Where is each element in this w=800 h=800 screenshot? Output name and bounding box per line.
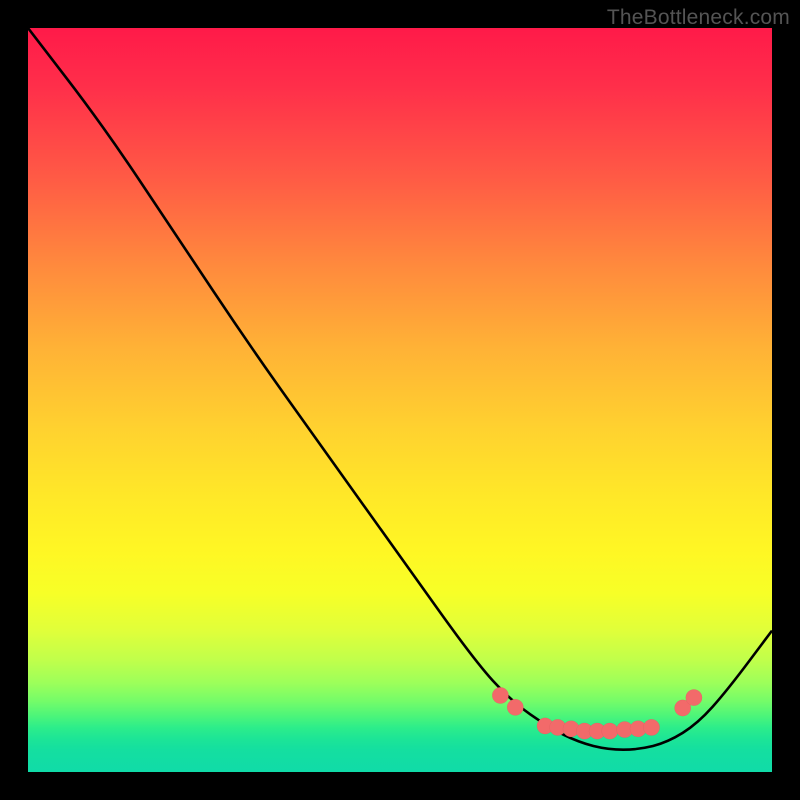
plot-area xyxy=(28,28,772,772)
chart-frame: TheBottleneck.com xyxy=(0,0,800,800)
background-gradient xyxy=(28,28,772,772)
watermark-text: TheBottleneck.com xyxy=(607,6,790,30)
